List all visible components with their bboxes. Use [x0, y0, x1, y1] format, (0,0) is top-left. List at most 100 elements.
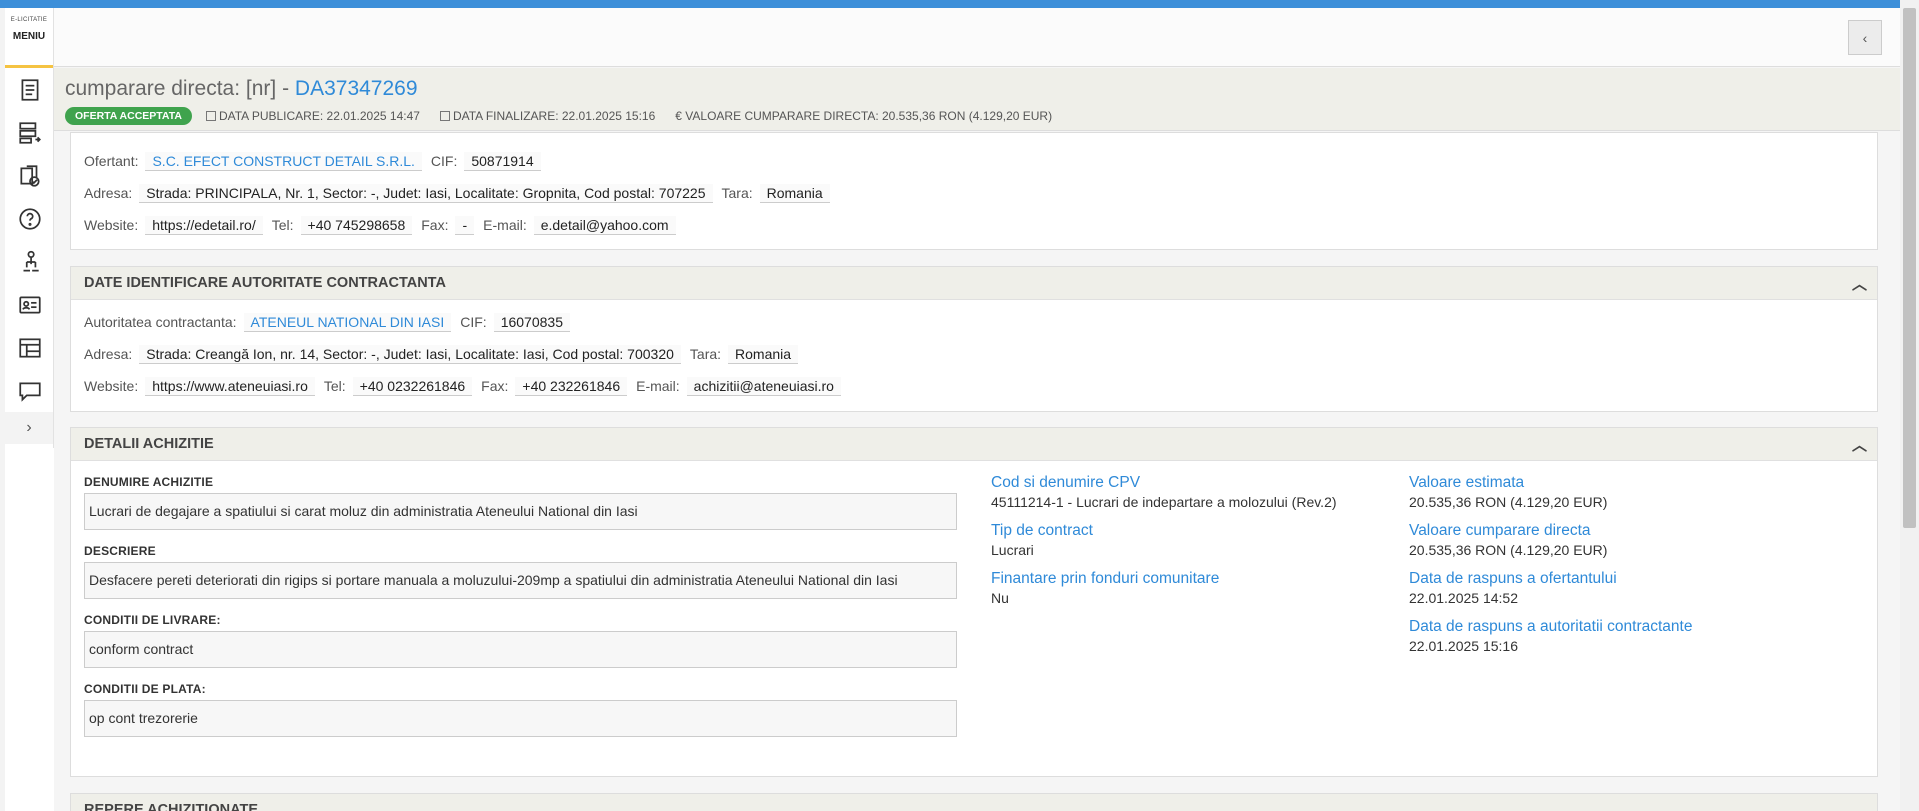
bidder-answer-label: Data de raspuns a ofertantului: [1409, 570, 1617, 587]
authority-panel-header[interactable]: DATE IDENTIFICARE AUTORITATE CONTRACTANT…: [71, 267, 1877, 300]
field-label: Website:: [84, 217, 139, 233]
title-prefix: cumparare directa: [nr] -: [65, 77, 295, 100]
eu-funds-value: Nu: [991, 590, 1009, 606]
top-header: [54, 8, 1900, 67]
details-panel-header[interactable]: DETALII ACHIZITIE ︿: [71, 428, 1877, 461]
field-label: CIF:: [460, 314, 487, 330]
details-left-column: DENUMIRE ACHIZITIE Lucrari de degajare a…: [71, 461, 957, 751]
description-label: DESCRIERE: [84, 544, 156, 558]
estimated-value: 20.535,36 RON (4.129,20 EUR): [1409, 494, 1608, 510]
sidebar-logo[interactable]: E-LICITATIE MENIU: [5, 8, 53, 68]
field-label: Tara:: [721, 185, 753, 201]
page-scrollbar[interactable]: [1900, 0, 1919, 811]
contract-type-value: Lucrari: [991, 542, 1034, 558]
cpv-label: Cod si denumire CPV: [991, 474, 1141, 491]
chat-bubble-icon[interactable]: [5, 369, 54, 412]
document-icon[interactable]: [5, 68, 54, 111]
field-label: Ofertant:: [84, 153, 139, 169]
bidder-row-address: Adresa: Strada: PRINCIPALA, Nr. 1, Secto…: [71, 177, 1877, 209]
id-card-icon[interactable]: [5, 283, 54, 326]
user-tree-icon[interactable]: [5, 240, 54, 283]
sidebar: E-LICITATIE MENIU ›: [5, 8, 54, 448]
details-right-column: Valoare estimata 20.535,36 RON (4.129,20…: [1409, 461, 1849, 751]
details-middle-column: Cod si denumire CPV 45111214-1 - Lucrari…: [956, 461, 1409, 751]
name-label: DENUMIRE ACHIZITIE: [84, 475, 214, 489]
details-grid: DENUMIRE ACHIZITIE Lucrari de degajare a…: [71, 461, 1877, 751]
description-field: Desfacere pereti deteriorati din rigips …: [84, 562, 957, 599]
bidder-address: Strada: PRINCIPALA, Nr. 1, Sector: -, Ju…: [139, 183, 713, 203]
chevron-up-icon[interactable]: ︿: [1852, 434, 1867, 455]
bidder-name-link[interactable]: S.C. EFECT CONSTRUCT DETAIL S.R.L.: [145, 151, 422, 171]
finish-date-text: DATA FINALIZARE: 22.01.2025 15:16: [452, 109, 656, 123]
bidder-panel: Ofertant: S.C. EFECT CONSTRUCT DETAIL S.…: [70, 132, 1878, 250]
direct-purchase-value: € VALOARE CUMPARARE DIRECTA: 20.535,36 R…: [675, 109, 1053, 123]
scrollbar-thumb[interactable]: [1903, 8, 1916, 528]
procedure-title-bar: cumparare directa: [nr] - DA37347269 OFE…: [54, 68, 1900, 131]
panel-title: REPERE ACHIZITIONATE: [84, 802, 259, 811]
contract-type-label: Tip de contract: [991, 522, 1093, 539]
delivery-label: CONDITII DE LIVRARE:: [84, 613, 221, 627]
authority-answer-label: Data de raspuns a autoritatii contractan…: [1409, 618, 1693, 635]
authority-row-address: Adresa: Strada: Creangă Ion, nr. 14, Sec…: [71, 338, 1877, 370]
procurement-name-field: Lucrari de degajare a spatiului si carat…: [84, 493, 957, 530]
bidder-cif: 50871914: [464, 151, 541, 171]
bidder-answer-date: 22.01.2025 14:52: [1409, 590, 1518, 606]
calendar-icon: [439, 111, 450, 121]
bidder-fax: -: [455, 215, 475, 235]
help-circle-icon[interactable]: [5, 197, 54, 240]
field-label: Fax:: [421, 217, 449, 233]
bidder-row-contact: Website: https://edetail.ro/ Tel: +40 74…: [71, 209, 1877, 241]
authority-website: https://www.ateneuiasi.ro: [145, 376, 315, 396]
field-label: Tel:: [323, 378, 346, 394]
status-badge: OFERTA ACCEPTATA: [65, 107, 192, 125]
bidder-row-name: Ofertant: S.C. EFECT CONSTRUCT DETAIL S.…: [71, 145, 1877, 177]
cpv-value: 45111214-1 - Lucrari de indepartare a mo…: [991, 494, 1337, 510]
authority-tel: +40 0232261846: [352, 376, 473, 396]
procedure-meta: OFERTA ACCEPTATA DATA PUBLICARE: 22.01.2…: [65, 107, 1072, 125]
menu-label: MENIU: [12, 31, 46, 42]
collapse-button[interactable]: ‹: [1848, 20, 1882, 55]
authority-cif: 16070835: [493, 312, 570, 332]
publish-date: DATA PUBLICARE: 22.01.2025 14:47: [205, 109, 420, 123]
authority-row-name: Autoritatea contractanta: ATENEUL NATION…: [71, 306, 1877, 338]
chevron-up-icon[interactable]: ︿: [1852, 800, 1867, 811]
authority-name-link[interactable]: ATENEUL NATIONAL DIN IASI: [243, 312, 452, 332]
clipboard-check-icon[interactable]: [5, 154, 54, 197]
sidebar-expand-button[interactable]: ›: [5, 412, 53, 444]
calendar-icon: [205, 111, 216, 121]
panel-title: DETALII ACHIZITIE: [84, 436, 214, 452]
field-label: E-mail:: [483, 217, 527, 233]
authority-answer-date: 22.01.2025 15:16: [1409, 638, 1518, 654]
field-label: Website:: [84, 378, 139, 394]
procedure-code: DA37347269: [294, 77, 418, 100]
field-label: Tara:: [689, 346, 722, 362]
field-label: CIF:: [430, 153, 458, 169]
page-title: cumparare directa: [nr] - DA37347269: [65, 77, 418, 101]
authority-country: Romania: [728, 344, 799, 364]
app-root: E-LICITATIE MENIU › ‹ cumparare directa:…: [0, 0, 1919, 811]
bidder-email: e.detail@yahoo.com: [533, 215, 676, 235]
authority-fax: +40 232261846: [515, 376, 628, 396]
field-label: E-mail:: [636, 378, 680, 394]
estimated-value-label: Valoare estimata: [1409, 474, 1525, 491]
logo-text: E-LICITATIE: [10, 17, 48, 23]
authority-email: achizitii@ateneuiasi.ro: [686, 376, 841, 396]
authority-row-contact: Website: https://www.ateneuiasi.ro Tel: …: [71, 370, 1877, 402]
bidder-country: Romania: [759, 183, 830, 203]
bidder-website: https://edetail.ro/: [145, 215, 263, 235]
publish-date-text: DATA PUBLICARE: 22.01.2025 14:47: [218, 109, 420, 123]
authority-panel: DATE IDENTIFICARE AUTORITATE CONTRACTANT…: [70, 266, 1878, 412]
delivery-conditions-field: conform contract: [84, 631, 957, 668]
bidder-tel: +40 745298658: [300, 215, 413, 235]
chevron-up-icon[interactable]: ︿: [1852, 273, 1867, 294]
purchased-items-header[interactable]: REPERE ACHIZITIONATE ︿: [71, 794, 1877, 811]
field-label: Autoritatea contractanta:: [84, 314, 237, 330]
purchased-items-panel: REPERE ACHIZITIONATE ︿: [70, 793, 1878, 811]
direct-value-label: Valoare cumparare directa: [1409, 522, 1591, 539]
field-label: Tel:: [271, 217, 294, 233]
field-label: Adresa:: [84, 346, 133, 362]
panel-title: DATE IDENTIFICARE AUTORITATE CONTRACTANT…: [84, 275, 446, 291]
list-export-icon[interactable]: [5, 111, 54, 154]
payment-label: CONDITII DE PLATA:: [84, 682, 206, 696]
layout-icon[interactable]: [5, 326, 54, 369]
